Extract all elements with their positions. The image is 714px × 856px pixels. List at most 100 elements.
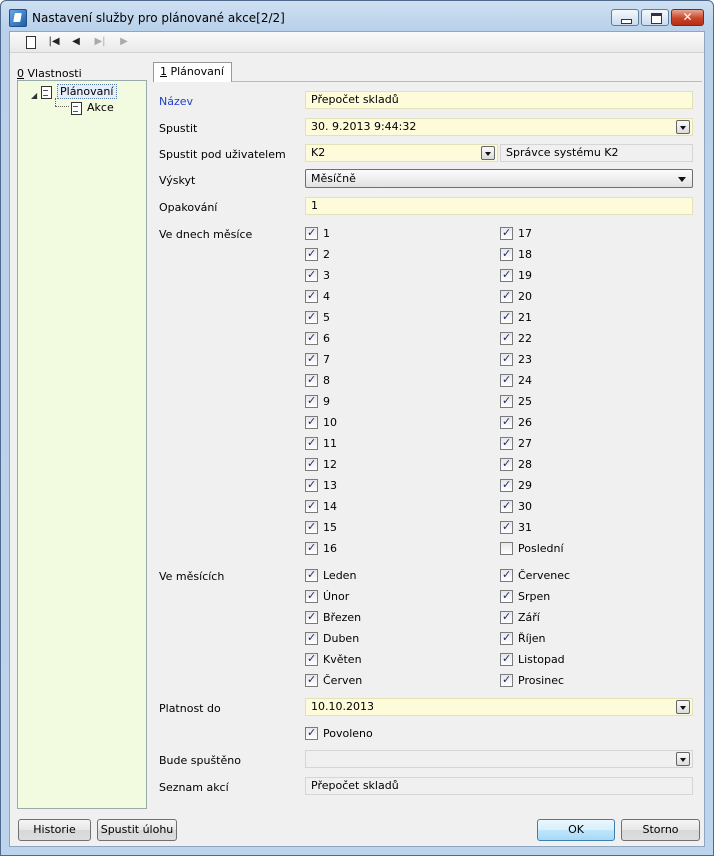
tab-planovani[interactable]: 1 Plánovaní (153, 62, 232, 82)
month-checkbox[interactable]: Srpen (500, 588, 550, 605)
checkbox-icon (305, 725, 318, 741)
dropdown-arrow-icon[interactable] (676, 700, 690, 714)
day-label: 22 (518, 332, 532, 345)
day-checkbox[interactable]: 21 (500, 309, 532, 326)
uzivatel-field[interactable]: K2 (305, 144, 498, 162)
uzivatel-label: Spustit pod uživatelem (159, 148, 286, 161)
day-label: 24 (518, 374, 532, 387)
month-checkbox[interactable]: Březen (305, 609, 361, 626)
checkbox-icon (305, 393, 318, 409)
checkbox-icon (500, 651, 513, 667)
day-checkbox[interactable]: 6 (305, 330, 330, 347)
mesice-label: Ve měsících (159, 570, 225, 583)
checkbox-icon (305, 456, 318, 472)
dropdown-arrow-icon[interactable] (676, 752, 690, 766)
first-record-icon: |◀ (48, 36, 60, 47)
day-checkbox[interactable]: 8 (305, 372, 330, 389)
next-record-button[interactable]: ▶| (92, 35, 108, 49)
previous-record-button[interactable]: ◀ (68, 35, 84, 49)
day-checkbox[interactable]: 19 (500, 267, 532, 284)
day-checkbox[interactable]: 20 (500, 288, 532, 305)
first-record-button[interactable]: |◀ (46, 35, 62, 49)
month-checkbox[interactable]: Červenec (500, 567, 570, 584)
day-checkbox[interactable]: 18 (500, 246, 532, 263)
day-checkbox[interactable]: 4 (305, 288, 330, 305)
day-label: 27 (518, 437, 532, 450)
historie-button[interactable]: Historie (18, 819, 91, 841)
title-bar: Nastavení služby pro plánované akce[2/2]… (1, 1, 713, 31)
day-label: 10 (323, 416, 337, 429)
day-checkbox[interactable]: 12 (305, 456, 337, 473)
day-checkbox[interactable]: 1 (305, 225, 330, 242)
day-checkbox[interactable]: 16 (305, 540, 337, 557)
spustit-datetime-field[interactable]: 30. 9.2013 9:44:32 (305, 118, 693, 136)
vyskyt-select[interactable]: Měsíčně (305, 169, 693, 188)
day-checkbox[interactable]: 31 (500, 519, 532, 536)
month-label: Duben (323, 632, 360, 645)
day-checkbox[interactable]: 30 (500, 498, 532, 515)
month-checkbox[interactable]: Prosinec (500, 672, 565, 689)
maximize-button[interactable] (641, 9, 669, 26)
tree-item-planovani[interactable]: Plánovaní (41, 84, 118, 99)
minimize-button[interactable] (611, 9, 639, 26)
tree-item-akce[interactable]: Akce (71, 100, 114, 115)
document-icon (41, 85, 52, 99)
month-label: Prosinec (518, 674, 565, 687)
opakovani-field[interactable]: 1 (305, 197, 693, 215)
tab-vlastnosti[interactable]: 0 Vlastnosti (17, 67, 82, 80)
month-checkbox[interactable]: Květen (305, 651, 362, 668)
checkbox-icon (500, 541, 513, 555)
month-checkbox[interactable]: Duben (305, 630, 360, 647)
new-document-icon (26, 36, 36, 49)
day-checkbox[interactable]: 15 (305, 519, 337, 536)
day-label: 16 (323, 542, 337, 555)
month-checkbox[interactable]: Listopad (500, 651, 565, 668)
checkbox-icon (500, 477, 513, 493)
maximize-icon (651, 13, 662, 24)
close-button[interactable]: ✕ (671, 9, 704, 26)
day-checkbox[interactable]: 27 (500, 435, 532, 452)
last-record-button[interactable]: ▶ (116, 35, 132, 49)
new-document-button[interactable] (22, 35, 38, 49)
tree-connector (55, 98, 56, 106)
day-checkbox[interactable]: 22 (500, 330, 532, 347)
day-checkbox[interactable]: 23 (500, 351, 532, 368)
day-checkbox[interactable]: 29 (500, 477, 532, 494)
storno-button[interactable]: Storno (621, 819, 700, 841)
day-checkbox[interactable]: 14 (305, 498, 337, 515)
month-checkbox[interactable]: Leden (305, 567, 356, 584)
checkbox-icon (500, 372, 513, 388)
day-checkbox[interactable]: 26 (500, 414, 532, 431)
povoleno-checkbox[interactable]: Povoleno (305, 725, 373, 742)
day-checkbox[interactable]: 17 (500, 225, 532, 242)
day-checkbox[interactable]: 10 (305, 414, 337, 431)
tab-vlastnosti-key: 0 (17, 67, 24, 80)
day-checkbox[interactable]: 3 (305, 267, 330, 284)
checkbox-icon (305, 435, 318, 451)
dropdown-arrow-icon[interactable] (676, 120, 690, 134)
platnost-date-field[interactable]: 10.10.2013 (305, 698, 693, 716)
month-checkbox[interactable]: Říjen (500, 630, 546, 647)
day-checkbox[interactable]: 28 (500, 456, 532, 473)
month-checkbox[interactable]: Únor (305, 588, 349, 605)
dropdown-arrow-icon[interactable] (481, 146, 495, 160)
collapse-icon[interactable]: ◢ (31, 91, 37, 100)
day-checkbox[interactable]: 13 (305, 477, 337, 494)
spustit-ulohu-button[interactable]: Spustit úlohu (97, 819, 177, 841)
day-checkbox[interactable]: 11 (305, 435, 337, 452)
ok-button[interactable]: OK (537, 819, 615, 841)
day-checkbox[interactable]: 2 (305, 246, 330, 263)
seznam-field: Přepočet skladů (305, 777, 693, 795)
month-checkbox[interactable]: Září (500, 609, 540, 626)
vyskyt-label: Výskyt (159, 174, 196, 187)
day-checkbox[interactable]: 25 (500, 393, 532, 410)
day-checkbox[interactable]: 7 (305, 351, 330, 368)
day-checkbox[interactable]: Poslední (500, 541, 564, 557)
tab-planovani-key: 1 (160, 65, 167, 78)
nazev-field[interactable]: Přepočet skladů (305, 91, 693, 109)
day-checkbox[interactable]: 5 (305, 309, 330, 326)
month-checkbox[interactable]: Červen (305, 672, 362, 689)
day-checkbox[interactable]: 9 (305, 393, 330, 410)
day-checkbox[interactable]: 24 (500, 372, 532, 389)
tab-vlastnosti-label: Vlastnosti (24, 67, 82, 80)
